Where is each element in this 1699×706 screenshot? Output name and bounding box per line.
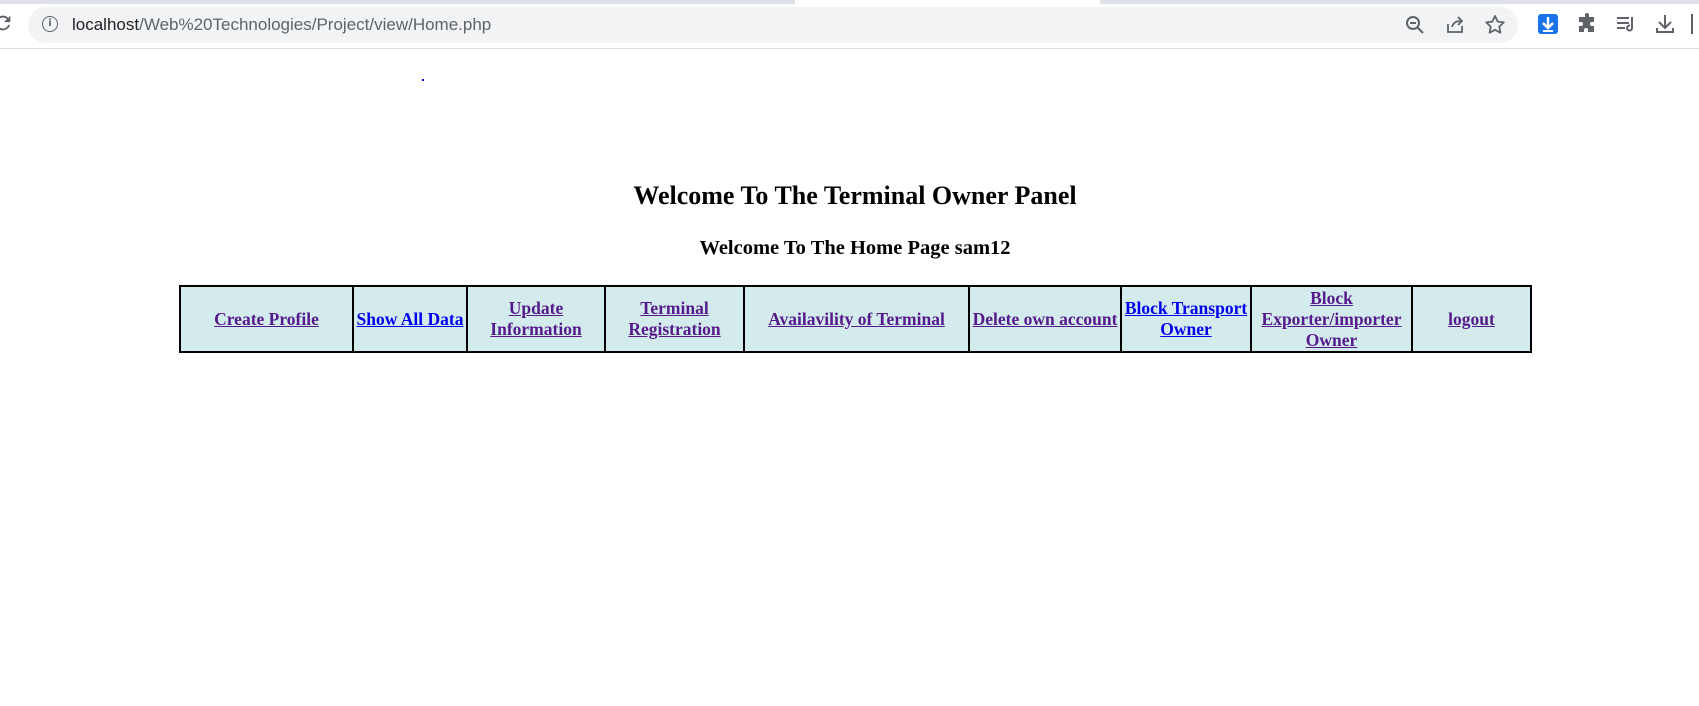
nav-cell-logout: logout (1411, 285, 1532, 353)
downloads-icon[interactable] (1653, 12, 1677, 36)
stray-dot (422, 79, 424, 81)
show-all-data-link[interactable]: Show All Data (357, 309, 464, 329)
info-icon[interactable]: i (42, 16, 58, 32)
availability-of-terminal-link[interactable]: Availavility of Terminal (768, 309, 945, 329)
nav-cell-show-all-data: Show All Data (352, 285, 468, 353)
reading-list-icon[interactable] (1614, 12, 1638, 36)
block-exporter-importer-owner-link[interactable]: Block Exporter/importer Owner (1262, 288, 1402, 350)
nav-cell-terminal-registration: Terminal Registration (604, 285, 745, 353)
zoom-out-icon[interactable] (1403, 13, 1427, 37)
nav-cell-delete-own-account: Delete own account (968, 285, 1122, 353)
page-title: Welcome To The Terminal Owner Panel (633, 181, 1077, 210)
url-host: localhost (72, 15, 140, 34)
url-path: /Web%20Technologies/Project/view/Home.ph… (139, 15, 492, 34)
logout-link[interactable]: logout (1448, 309, 1495, 329)
nav-cell-block-transport-owner: Block Transport Owner (1120, 285, 1252, 353)
nav-cell-availability-of-terminal: Availavility of Terminal (743, 285, 970, 353)
update-information-link[interactable]: Update Information (490, 298, 581, 339)
nav-cell-create-profile: Create Profile (179, 285, 354, 353)
browser-toolbar: i localhost/Web%20Technologies/Project/v… (0, 0, 1699, 49)
puzzle-extensions-icon[interactable] (1575, 12, 1599, 36)
create-profile-link[interactable]: Create Profile (214, 309, 319, 329)
block-transport-owner-link[interactable]: Block Transport Owner (1125, 298, 1247, 339)
share-icon[interactable] (1443, 13, 1467, 37)
toolbar-overflow-edge (1690, 12, 1699, 36)
nav-row: Create Profile Show All Data Update Info… (179, 285, 1532, 353)
delete-own-account-link[interactable]: Delete own account (973, 309, 1118, 329)
reload-icon[interactable] (0, 12, 12, 36)
welcome-message: Welcome To The Home Page sam12 (699, 237, 1011, 259)
nav-cell-update-information: Update Information (466, 285, 606, 353)
nav-table: Create Profile Show All Data Update Info… (179, 285, 1532, 353)
active-tab-edge (795, 0, 1100, 4)
url-text[interactable]: localhost/Web%20Technologies/Project/vie… (72, 7, 491, 43)
bookmark-star-icon[interactable] (1483, 13, 1507, 37)
terminal-registration-link[interactable]: Terminal Registration (628, 298, 720, 339)
nav-cell-block-exporter-importer-owner: Block Exporter/importer Owner (1250, 285, 1413, 353)
address-bar[interactable]: i localhost/Web%20Technologies/Project/v… (28, 7, 1518, 43)
extension-download-icon[interactable] (1536, 12, 1560, 36)
